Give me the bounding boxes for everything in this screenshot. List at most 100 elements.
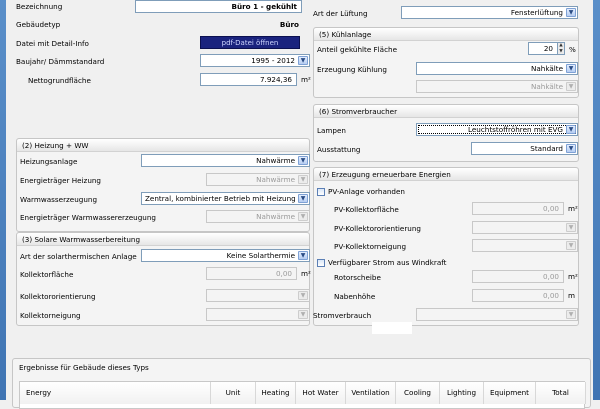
pv-orient-label: PV-Kollektororientierung (334, 224, 421, 233)
kollektorneigung-label: Kollektorneigung (20, 311, 81, 320)
results-column-energy[interactable]: Energy (20, 382, 211, 404)
pv-checkbox[interactable] (317, 188, 325, 196)
bezeichnung-label: Bezeichnung (16, 2, 63, 11)
erzeugung-kuehlung-select[interactable]: Nahkälte ▼ (416, 62, 578, 75)
energietraeger-ww-value: Nahwärme (256, 212, 295, 221)
nabenhoehe-unit: m (568, 291, 576, 300)
warmwasserzeugung-label: Warmwasserzeugung (20, 195, 98, 204)
kollektorflaeche-unit: m² (301, 269, 311, 278)
results-column-cooling[interactable]: Cooling (396, 382, 440, 404)
chevron-down-icon[interactable]: ▼ (298, 56, 308, 65)
solar-art-select[interactable]: Keine Solarthermie ▼ (141, 249, 310, 262)
pv-checkbox-label: PV-Anlage vorhanden (328, 187, 405, 196)
chevron-down-icon[interactable]: ▼ (566, 144, 576, 153)
ausstattung-value: Standard (530, 144, 563, 153)
energietraeger-heizung-select: Nahwärme ▼ (206, 173, 310, 186)
baujahr-value: 1995 - 2012 (251, 56, 295, 65)
solar-group-title: (3) Solare Warmwasserbereitung (17, 233, 309, 246)
pv-neigung-select: ▼ (472, 239, 578, 252)
chevron-down-icon: ▼ (566, 82, 576, 91)
heizungsanlage-label: Heizungsanlage (20, 157, 78, 166)
pv-flaeche-label: PV-Kollektorfläche (334, 205, 399, 214)
chevron-down-icon: ▼ (566, 223, 576, 232)
stromverbrauch-select: ▼ (416, 308, 578, 321)
pv-flaeche-unit: m² (568, 204, 578, 213)
kollektororientierung-label: Kollektororientierung (20, 292, 96, 301)
energietraeger-ww-select: Nahwärme ▼ (206, 210, 310, 223)
nabenhoehe-label: Nabenhöhe (334, 292, 376, 301)
gebaeudetyp-value: Büro (279, 20, 299, 29)
chevron-down-icon: ▼ (298, 310, 308, 319)
nettogrund-unit: m² (301, 75, 311, 84)
results-column-ventilation[interactable]: Ventilation (346, 382, 396, 404)
results-column-heating[interactable]: Heating (256, 382, 296, 404)
pv-neigung-label: PV-Kollektorneigung (334, 242, 407, 251)
energietraeger-heizung-label: Energieträger Heizung (20, 176, 101, 185)
solar-art-value: Keine Solarthermie (226, 251, 295, 260)
kollektorneigung-select: ▼ (206, 308, 310, 321)
results-column-total[interactable]: Total (536, 382, 586, 404)
pv-flaeche-input: 0,00 (472, 202, 564, 215)
gebaeudetyp-label: Gebäudetyp (16, 20, 61, 29)
nabenhoehe-input: 0,00 (472, 289, 564, 302)
energietraeger-ww-label: Energieträger Warmwassererzeugung (20, 213, 156, 222)
nettogrund-input[interactable]: 7.924,36 (200, 73, 297, 86)
lampen-select[interactable]: Leuchtstoffröhren mit EVG ▼ (416, 123, 578, 136)
kollektororientierung-select: ▼ (206, 289, 310, 302)
chevron-down-icon[interactable]: ▼ (298, 251, 308, 260)
chevron-down-icon: ▼ (298, 212, 308, 221)
chevron-down-icon: ▼ (298, 291, 308, 300)
stromverbrauch-label: Stromverbrauch (313, 311, 372, 320)
anteil-gekuehlt-input[interactable]: 20 (528, 42, 558, 55)
wind-checkbox[interactable] (317, 259, 325, 267)
chevron-down-icon: ▼ (566, 310, 576, 319)
chevron-down-icon[interactable]: ▼ (298, 156, 308, 165)
nettogrund-label: Nettogrundfläche (28, 76, 91, 85)
chevron-down-icon[interactable]: ▼ (566, 8, 576, 17)
wind-checkbox-label: Verfügbarer Strom aus Windkraft (328, 258, 447, 267)
lueftung-art-select[interactable]: Fensterlüftung ▼ (401, 6, 578, 19)
detail-info-label: Datei mit Detail-Info (16, 39, 89, 48)
chevron-down-icon[interactable]: ▼ (298, 194, 308, 203)
results-column-unit[interactable]: Unit (211, 382, 256, 404)
chevron-down-icon: ▼ (298, 175, 308, 184)
bezeichnung-input[interactable]: Büro 1 - gekühlt (135, 0, 302, 13)
solar-art-label: Art der solarthermischen Anlage (20, 252, 137, 261)
results-panel: Ergebnisse für Gebäude dieses Typs Energ… (12, 358, 591, 409)
heizungsanlage-value: Nahwärme (256, 156, 295, 165)
anteil-gekuehlt-label: Anteil gekühlte Fläche (317, 45, 398, 54)
lampen-label: Lampen (317, 126, 346, 135)
anteil-gekuehlt-unit: % (569, 45, 576, 54)
window-frame-right (593, 0, 600, 400)
spin-arrows-icon[interactable]: ▲ ▼ (557, 42, 565, 55)
pdf-open-button[interactable]: pdf-Datei öffnen (200, 36, 300, 49)
erneuerbar-group-title: (7) Erzeugung erneuerbare Energien (314, 168, 578, 181)
rotorscheibe-input: 0,00 (472, 270, 564, 283)
erzeugung-kuehlung-value: Nahkälte (530, 64, 563, 73)
stromverbrauch-blank-area (372, 322, 412, 334)
results-title: Ergebnisse für Gebäude dieses Typs (19, 363, 149, 372)
lueftung-art-value: Fensterlüftung (510, 8, 563, 17)
lampen-value: Leuchtstoffröhren mit EVG (467, 125, 563, 134)
energietraeger-heizung-value: Nahwärme (256, 175, 295, 184)
warmwasserzeugung-value: Zentral, kombinierter Betrieb mit Heizun… (145, 194, 295, 203)
chevron-down-icon[interactable]: ▼ (566, 125, 576, 134)
ausstattung-label: Ausstattung (317, 145, 361, 154)
kollektorflaeche-label: Kollektorfläche (20, 270, 74, 279)
results-table: Energy Unit Heating Hot Water Ventilation Coo… (19, 381, 586, 409)
baujahr-label: Baujahr/ Dämmstandard (16, 57, 105, 66)
rotorscheibe-label: Rotorscheibe (334, 273, 381, 282)
baujahr-select[interactable]: 1995 - 2012 ▼ (200, 54, 310, 67)
chevron-down-icon: ▼ (566, 241, 576, 250)
erzeugung-kuehlung-secondary-value: Nahkälte (530, 82, 563, 91)
strom-group-title: (6) Stromverbraucher (314, 105, 578, 118)
ausstattung-select[interactable]: Standard ▼ (471, 142, 578, 155)
results-column-hot-water[interactable]: Hot Water (296, 382, 346, 404)
kuehl-group-title: (5) Kühlanlage (314, 28, 578, 41)
warmwasserzeugung-select[interactable]: Zentral, kombinierter Betrieb mit Heizun… (141, 192, 310, 205)
heizungsanlage-select[interactable]: Nahwärme ▼ (141, 154, 310, 167)
results-column-equipment[interactable]: Equipment (484, 382, 536, 404)
lueftung-art-label: Art der Lüftung (313, 9, 368, 18)
results-column-lighting[interactable]: Lighting (440, 382, 484, 404)
chevron-down-icon[interactable]: ▼ (566, 64, 576, 73)
